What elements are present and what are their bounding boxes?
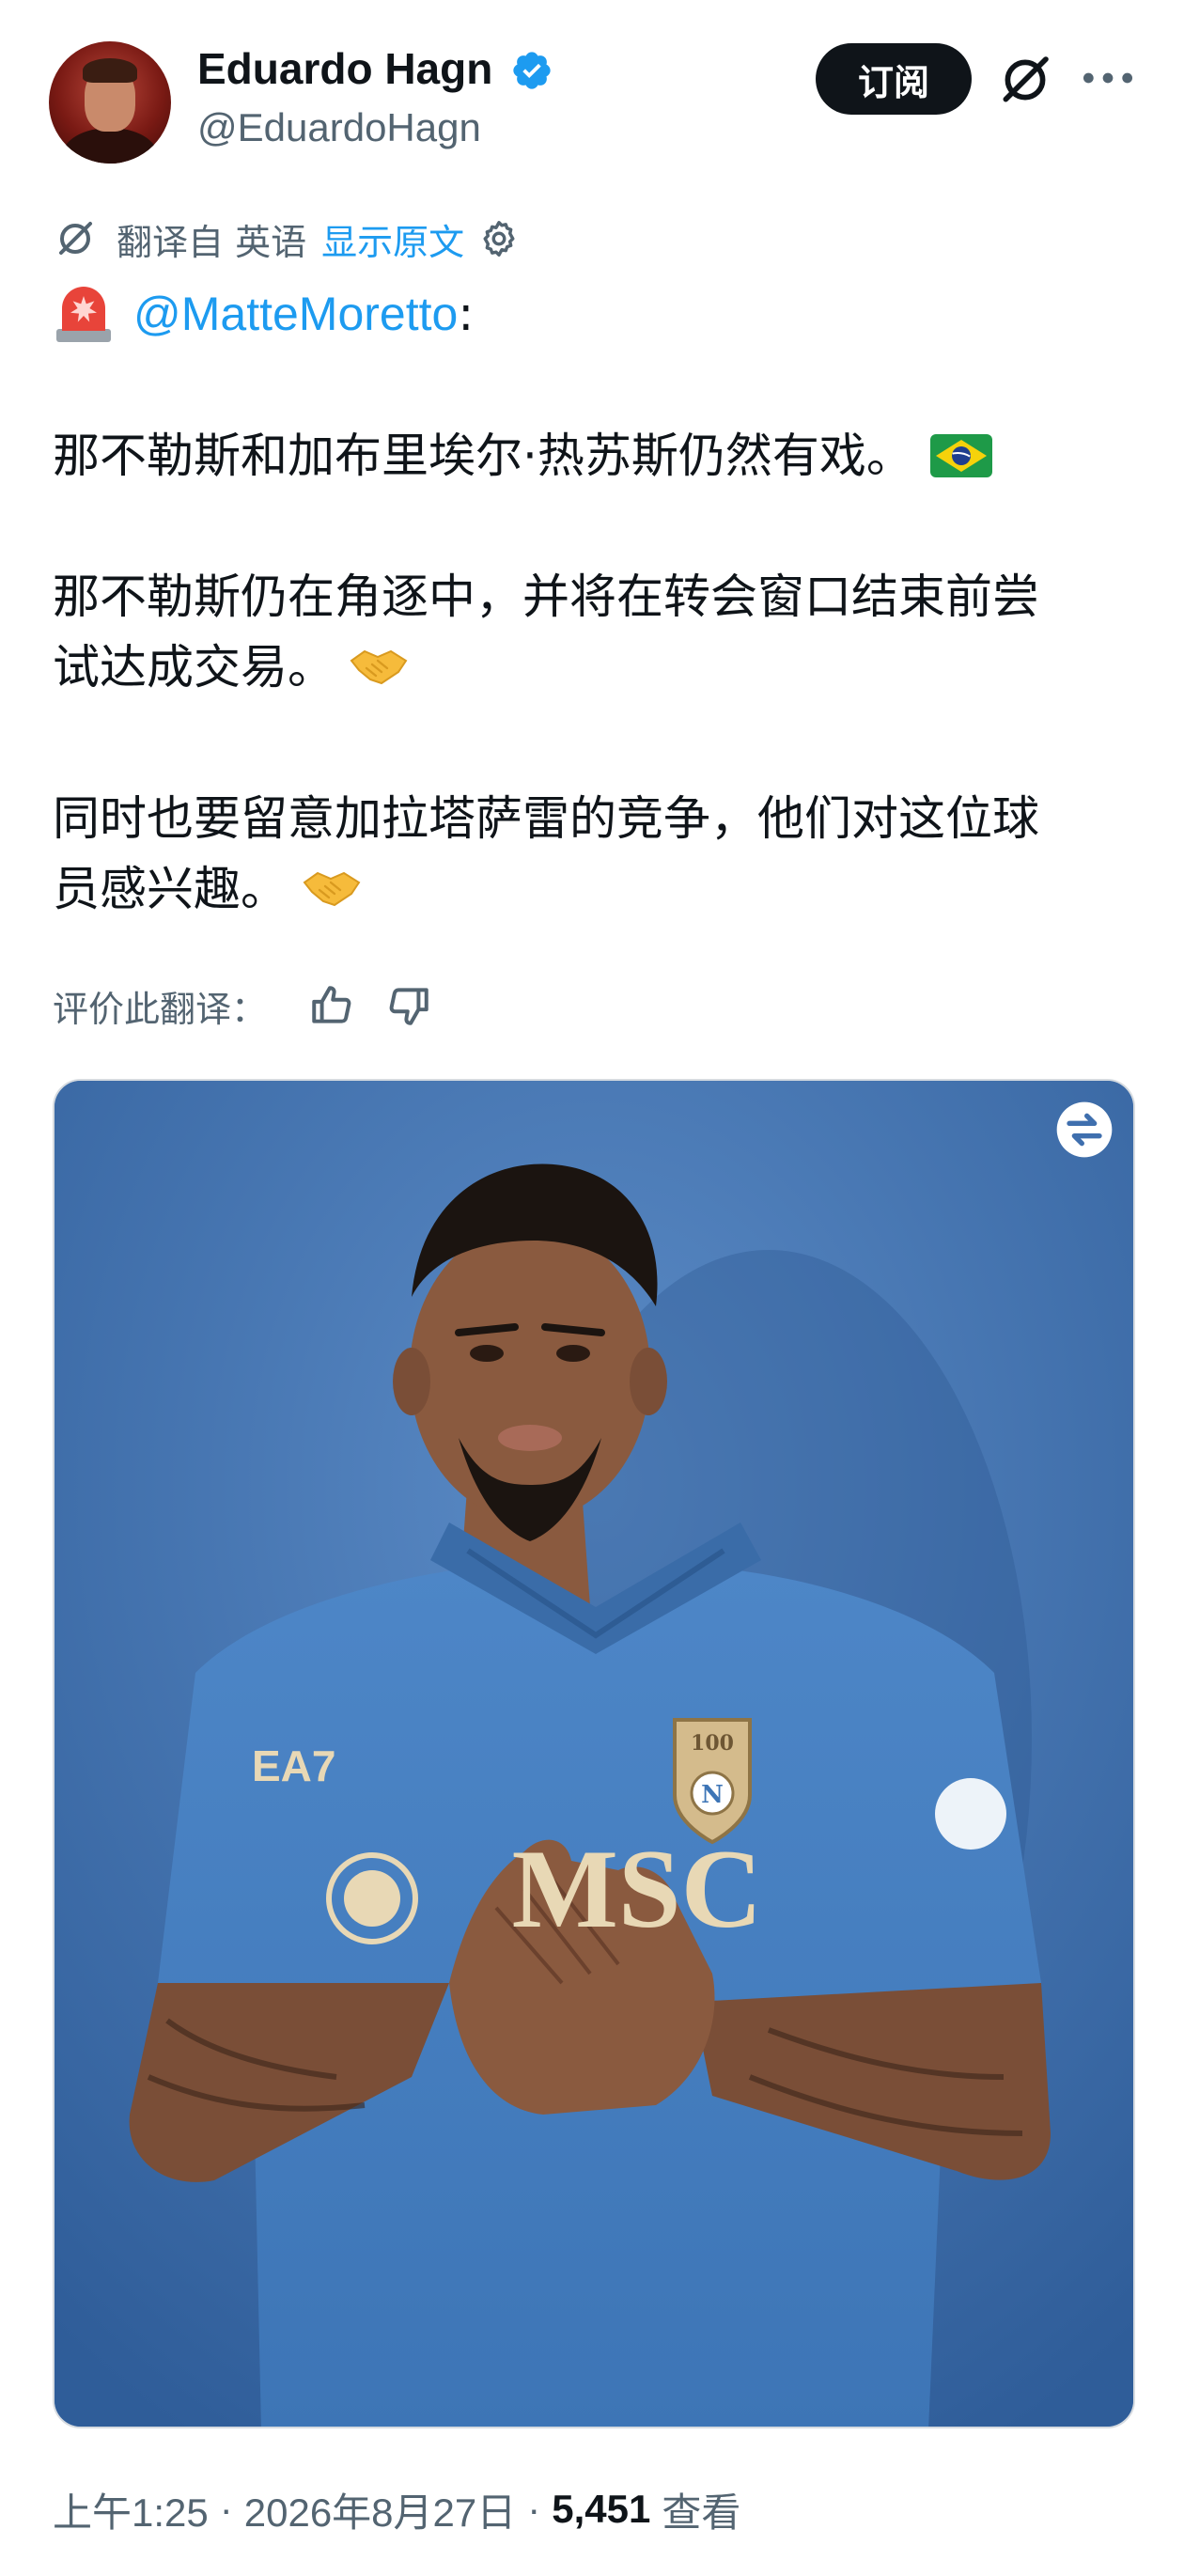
tweet-photo[interactable]: 100 N EA7 MSC xyxy=(53,1079,1135,2428)
thumbs-up-icon[interactable] xyxy=(308,982,355,1029)
rate-translation-row: 评价此翻译： xyxy=(53,977,432,1034)
mention-link[interactable]: @MatteMoretto xyxy=(133,287,458,341)
avatar-hair-shape xyxy=(83,58,137,83)
handshake-icon xyxy=(350,649,408,685)
crest-number-text: 100 xyxy=(691,1731,734,1756)
swap-arrows-icon[interactable] xyxy=(1054,1100,1114,1160)
views-count[interactable]: 5,451 xyxy=(552,2487,650,2532)
mention-colon: : xyxy=(458,287,475,341)
grok-translate-icon xyxy=(59,222,92,255)
tweet-line-text: 试达成交易。 xyxy=(53,640,335,695)
avatar[interactable] xyxy=(49,41,171,164)
tweet-line-text: 员感兴趣。 xyxy=(53,862,288,916)
thumbs-down-icon[interactable] xyxy=(385,982,432,1029)
tweet-paragraph-1: 那不勒斯和加布里埃尔·热苏斯仍然有戏。 xyxy=(53,421,1133,492)
tweet-line: 那不勒斯和加布里埃尔·热苏斯仍然有戏。 xyxy=(53,421,1133,492)
mention-line: @MatteMoretto : xyxy=(53,278,474,350)
tweet-line: 那不勒斯仍在角逐中，并将在转会窗口结束前尝 xyxy=(53,570,1039,624)
handshake-icon xyxy=(303,871,361,907)
tweet-line: 同时也要留意加拉塔萨雷的竞争，他们对这位球 xyxy=(53,791,1039,846)
meta-separator: · xyxy=(527,2487,541,2531)
tweet-paragraph-2: 那不勒斯仍在角逐中，并将在转会窗口结束前尝 试达成交易。 xyxy=(53,562,1133,703)
tweet-line: 试达成交易。 xyxy=(53,632,1133,703)
brazil-flag-icon xyxy=(929,434,992,477)
verified-badge-icon[interactable] xyxy=(510,49,553,92)
meta-separator: · xyxy=(219,2487,233,2531)
tweet-header: Eduardo Hagn @EduardoHagn 订阅 xyxy=(0,0,1184,179)
sponsor-text: MSC xyxy=(512,1826,763,1951)
tweet-line-text: 那不勒斯和加布里埃尔·热苏斯仍然有戏。 xyxy=(53,429,913,483)
translation-info-row: 翻译自 英语 显示原文 xyxy=(53,212,521,265)
user-handle[interactable]: @EduardoHagn xyxy=(197,105,481,150)
subscribe-button[interactable]: 订阅 xyxy=(816,43,972,115)
tweet-line: 员感兴趣。 xyxy=(53,854,1133,925)
player-photo-illustration: 100 N EA7 MSC xyxy=(55,1081,1133,2427)
jersey-brand-text: EA7 xyxy=(252,1741,335,1790)
display-name[interactable]: Eduardo Hagn xyxy=(197,43,492,94)
tweet-meta: 上午1:25 · 2026年8月27日 · 5,451 查看 xyxy=(53,2481,740,2537)
show-original-link[interactable]: 显示原文 xyxy=(321,213,464,265)
grok-icon[interactable] xyxy=(996,51,1054,109)
gear-icon[interactable] xyxy=(477,217,521,260)
views-label: 查看 xyxy=(662,2490,741,2535)
tweet-paragraph-3: 同时也要留意加拉塔萨雷的竞争，他们对这位球 员感兴趣。 xyxy=(53,784,1133,925)
tweet-time[interactable]: 上午1:25 xyxy=(53,2481,209,2538)
more-options-icon[interactable] xyxy=(1079,56,1137,100)
crest-letter-text: N xyxy=(701,1781,724,1809)
translated-from-label: 翻译自 英语 xyxy=(117,221,307,263)
avatar-body-shape xyxy=(62,128,158,164)
rate-translation-label: 评价此翻译： xyxy=(53,988,268,1030)
siren-icon xyxy=(56,287,111,342)
tweet-date[interactable]: 2026年8月27日 xyxy=(244,2481,517,2538)
